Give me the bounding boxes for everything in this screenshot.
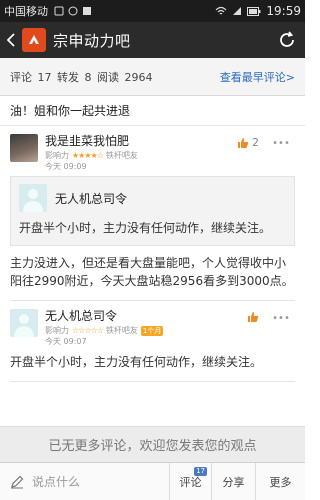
signal-icon (233, 7, 242, 15)
user-info: 无人机总司令 影响力 ☆☆☆☆☆ 铁杆吧友 1个月 今天 09:07 (45, 309, 164, 347)
user-meta: 影响力 ★★★★☆ 铁杆吧友 (45, 150, 138, 161)
influence-label: 影响力 (45, 151, 69, 160)
carrier-label: 中国移动 (4, 5, 48, 18)
post-stats: 评论 17 转发 8 阅读 2964 (10, 69, 155, 85)
notification-icon (68, 6, 78, 16)
app-notification-icon (83, 7, 91, 15)
no-more-comments-message: 已无更多评论，欢迎您发表您的观点 (0, 426, 305, 462)
avatar[interactable] (10, 309, 38, 337)
more-icon[interactable]: ••• (271, 138, 291, 152)
like-icon (238, 137, 249, 148)
quote-header: 无人机总司令 (19, 183, 286, 213)
share-button-label: 分享 (222, 475, 245, 489)
influence-stars: ★★★★☆ (72, 151, 104, 160)
fan-label: 铁杆吧友 (105, 151, 138, 160)
more-button-label: 更多 (269, 475, 292, 489)
avatar[interactable] (19, 184, 47, 212)
reposts-label: 转发 (57, 70, 79, 84)
view-earliest-comments-link[interactable]: 查看最早评论> (220, 69, 295, 85)
comment-input-placeholder: 说点什么 (32, 475, 81, 489)
like-button[interactable]: 2 (237, 136, 259, 149)
battery-icon (247, 6, 261, 16)
more-icon[interactable]: ••• (271, 313, 291, 327)
comments-label: 评论 (10, 70, 32, 84)
comment-header: 我是韭菜我怕肥 影响力 ★★★★☆ 铁杆吧友 今天 09:09 2 ••• (10, 134, 295, 172)
status-time: 19:59 (266, 4, 301, 18)
refresh-icon[interactable] (277, 30, 297, 50)
back-icon (7, 33, 15, 47)
user-name[interactable]: 无人机总司令 (45, 309, 163, 324)
page-title: 宗申动力吧 (53, 31, 131, 50)
comment-count-badge: 17 (194, 466, 207, 476)
comment-body: 开盘半个小时，主力没有任何动作，继续关注。 (10, 345, 295, 382)
wifi-icon (215, 6, 227, 15)
comment-button-label: 评论 (179, 475, 202, 489)
share-button[interactable]: 分享 (212, 462, 256, 500)
bottom-toolbar: 说点什么 评论 17 分享 更多 (0, 462, 305, 500)
reposts-count: 8 (84, 70, 92, 84)
comment-item: 我是韭菜我怕肥 影响力 ★★★★☆ 铁杆吧友 今天 09:09 2 ••• 无人… (0, 126, 305, 301)
user-info: 我是韭菜我怕肥 影响力 ★★★★☆ 铁杆吧友 今天 09:09 (45, 134, 138, 172)
quote-text: 开盘半个小时，主力没有任何动作，继续关注。 (19, 221, 272, 235)
quoted-comment: 无人机总司令 开盘半个小时，主力没有任何动作，继续关注。 (10, 176, 295, 246)
comment-time: 今天 09:09 (45, 162, 87, 171)
user-name[interactable]: 我是韭菜我怕肥 (45, 134, 138, 149)
nav-bar: 宗申动力吧 (0, 22, 305, 58)
influence-label: 影响力 (45, 326, 69, 335)
quote-user-name[interactable]: 无人机总司令 (55, 190, 127, 207)
post-title-line: 油！姐和你一起共进退 (0, 96, 305, 126)
member-badge: 1个月 (140, 325, 164, 336)
back-button[interactable] (2, 22, 20, 58)
usb-icon (54, 6, 64, 16)
influence-stars: ☆☆☆☆☆ (72, 326, 104, 335)
comments-list: 油！姐和你一起共进退 我是韭菜我怕肥 影响力 ★★★★☆ 铁杆吧友 今天 09:… (0, 96, 305, 426)
more-button[interactable]: 更多 (256, 463, 305, 500)
fan-label: 铁杆吧友 (105, 326, 138, 335)
like-button[interactable] (247, 311, 259, 323)
comments-count: 17 (37, 70, 52, 84)
reads-label: 阅读 (97, 70, 119, 84)
like-count: 2 (252, 136, 259, 149)
status-bar: 中国移动 19:59 (0, 0, 305, 22)
comment-input[interactable]: 说点什么 (0, 462, 170, 500)
like-icon (248, 312, 259, 322)
comment-item: 无人机总司令 影响力 ☆☆☆☆☆ 铁杆吧友 1个月 今天 09:07 ••• 开… (0, 301, 305, 382)
comment-body: 主力没进入，但还是看大盘量能吧，个人觉得收中小阳往2990附近，今天大盘站稳29… (10, 246, 295, 301)
app-logo-icon (22, 28, 46, 52)
user-meta: 影响力 ☆☆☆☆☆ 铁杆吧友 1个月 (45, 325, 164, 336)
post-stats-bar: 评论 17 转发 8 阅读 2964 查看最早评论> (0, 58, 305, 96)
reads-count: 2964 (124, 70, 153, 84)
comment-button[interactable]: 评论 17 (170, 462, 212, 500)
comment-header: 无人机总司令 影响力 ☆☆☆☆☆ 铁杆吧友 1个月 今天 09:07 ••• (10, 309, 295, 347)
edit-icon (11, 475, 24, 488)
comment-time: 今天 09:07 (45, 337, 87, 346)
avatar[interactable] (10, 134, 38, 162)
